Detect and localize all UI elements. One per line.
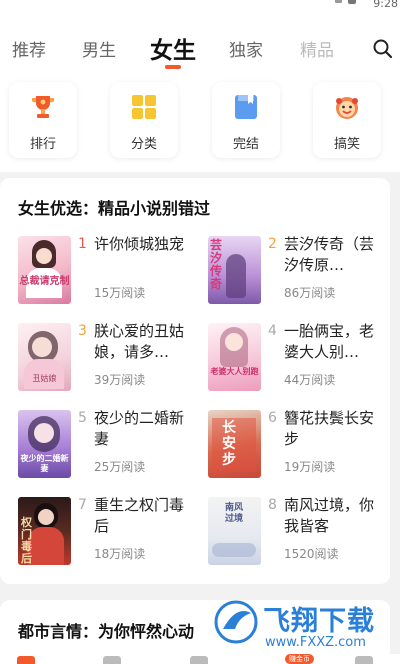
recommend-card: 女生优选：精品小说别错过 总裁请克制 1 许你倾城独宠 15万阅读 芸汐传奇 2… xyxy=(0,178,390,584)
book-reads: 25万阅读 xyxy=(94,460,146,474)
watermark-url: www.FXXZ.com xyxy=(265,635,366,650)
search-icon[interactable] xyxy=(372,38,394,60)
book-rank: 3 xyxy=(78,323,87,339)
book-rank: 7 xyxy=(78,497,87,513)
cover-title: 总裁请克制 xyxy=(19,276,70,287)
cover-title: 夜少的二婚新妻 xyxy=(20,454,69,473)
tab-premium[interactable]: 精品 xyxy=(300,36,334,61)
book-cover[interactable]: 南风过境 xyxy=(208,497,261,565)
tab-recommend[interactable]: 推荐 xyxy=(12,36,46,61)
category-classify-label: 分类 xyxy=(130,137,157,152)
site-watermark: 飞翔下载 www.FXXZ.com xyxy=(207,595,400,655)
bottom-nav xyxy=(0,654,400,664)
book-rank: 8 xyxy=(268,497,277,513)
book-rank: 4 xyxy=(268,323,277,339)
book-cover[interactable]: 权门毒后 xyxy=(18,497,71,565)
cover-title: 丑姑娘 xyxy=(32,374,57,383)
nav-profile-icon[interactable] xyxy=(355,656,373,664)
book-title: 南风过境，你我皆客 xyxy=(284,496,375,535)
tab-male[interactable]: 男生 xyxy=(82,36,116,61)
category-ranking-label: 排行 xyxy=(29,137,56,152)
cover-title: 芸汐传奇 xyxy=(210,238,223,291)
section-title: 女生优选：精品小说别错过 xyxy=(18,199,211,218)
book-item[interactable]: 总裁请克制 1 许你倾城独宠 15万阅读 xyxy=(18,235,208,316)
book-title: 一胎俩宝，老婆大人别… xyxy=(284,322,375,361)
book-item[interactable]: 长安步 6 簪花扶鬓长安步 19万阅读 xyxy=(208,409,398,490)
book-reads: 19万阅读 xyxy=(284,460,336,474)
book-reads: 44万阅读 xyxy=(284,373,336,387)
book-item[interactable]: 权门毒后 7 重生之权门毒后 18万阅读 xyxy=(18,496,208,577)
book-title: 重生之权门毒后 xyxy=(94,496,185,535)
status-bar: 9:28 xyxy=(0,0,400,14)
book-cover[interactable]: 芸汐传奇 xyxy=(208,236,261,304)
category-finished-label: 完结 xyxy=(232,137,259,152)
book-item[interactable]: 夜少的二婚新妻 5 夜少的二婚新妻 25万阅读 xyxy=(18,409,208,490)
section-title: 都市言情：为你怦然心动 xyxy=(18,622,195,641)
cover-title: 长安步 xyxy=(222,420,236,468)
book-item[interactable]: 芸汐传奇 2 芸汐传奇（芸汐传原… 86万阅读 xyxy=(208,235,398,316)
book-icon xyxy=(235,95,257,119)
book-reads: 1520阅读 xyxy=(284,547,339,561)
grid-icon xyxy=(132,95,156,119)
book-reads: 18万阅读 xyxy=(94,547,146,561)
category-funny-label: 搞笑 xyxy=(333,137,360,152)
book-title: 芸汐传奇（芸汐传原… xyxy=(284,235,375,274)
book-rank: 1 xyxy=(78,236,87,252)
funny-face-icon xyxy=(336,97,358,119)
cover-title: 老婆大人别跑 xyxy=(210,367,259,376)
book-item[interactable]: 丑姑娘 3 朕心爱的丑姑娘，请多… 39万阅读 xyxy=(18,322,208,403)
book-reads: 15万阅读 xyxy=(94,286,146,300)
book-cover[interactable]: 丑姑娘 xyxy=(18,323,71,391)
book-rank: 5 xyxy=(78,410,87,426)
active-tab-indicator xyxy=(165,65,181,69)
signal-icon xyxy=(335,0,342,3)
category-shortcuts: 排行 分类 完结 搞笑 xyxy=(0,72,400,172)
battery-icon xyxy=(348,0,356,4)
top-tab-bar: 推荐 男生 女生 独家 精品 xyxy=(0,14,400,72)
category-ranking-button[interactable]: 排行 xyxy=(9,82,77,158)
book-reads: 39万阅读 xyxy=(94,373,146,387)
book-title: 许你倾城独宠 xyxy=(94,235,185,253)
category-funny-button[interactable]: 搞笑 xyxy=(313,82,381,158)
book-cover[interactable]: 长安步 xyxy=(208,410,261,478)
nav-category-icon[interactable] xyxy=(190,656,208,664)
book-title: 朕心爱的丑姑娘，请多… xyxy=(94,322,185,361)
watermark-text: 飞翔下载 xyxy=(263,606,375,637)
book-title: 夜少的二婚新妻 xyxy=(94,409,185,448)
book-item[interactable]: 老婆大人别跑 4 一胎俩宝，老婆大人别… 44万阅读 xyxy=(208,322,398,403)
book-rank: 2 xyxy=(268,236,277,252)
book-cover[interactable]: 总裁请克制 xyxy=(18,236,71,304)
book-item[interactable]: 南风过境 8 南风过境，你我皆客 1520阅读 xyxy=(208,496,398,577)
book-rank: 6 xyxy=(268,410,277,426)
tab-exclusive[interactable]: 独家 xyxy=(229,36,263,61)
coin-badge[interactable]: 赚金币 xyxy=(285,654,314,664)
nav-home-icon[interactable] xyxy=(17,656,35,664)
book-title: 簪花扶鬓长安步 xyxy=(284,409,375,448)
book-reads: 86万阅读 xyxy=(284,286,336,300)
book-cover[interactable]: 老婆大人别跑 xyxy=(208,323,261,391)
status-time: 9:28 xyxy=(373,0,398,10)
book-cover[interactable]: 夜少的二婚新妻 xyxy=(18,410,71,478)
cover-title: 南风过境 xyxy=(224,503,243,524)
watermark-logo-icon xyxy=(214,600,258,644)
cover-title: 权门毒后 xyxy=(21,516,32,565)
category-classify-button[interactable]: 分类 xyxy=(110,82,178,158)
category-finished-button[interactable]: 完结 xyxy=(212,82,280,158)
trophy-icon xyxy=(32,96,54,118)
nav-shelf-icon[interactable] xyxy=(103,656,121,664)
tab-female[interactable]: 女生 xyxy=(150,31,196,65)
